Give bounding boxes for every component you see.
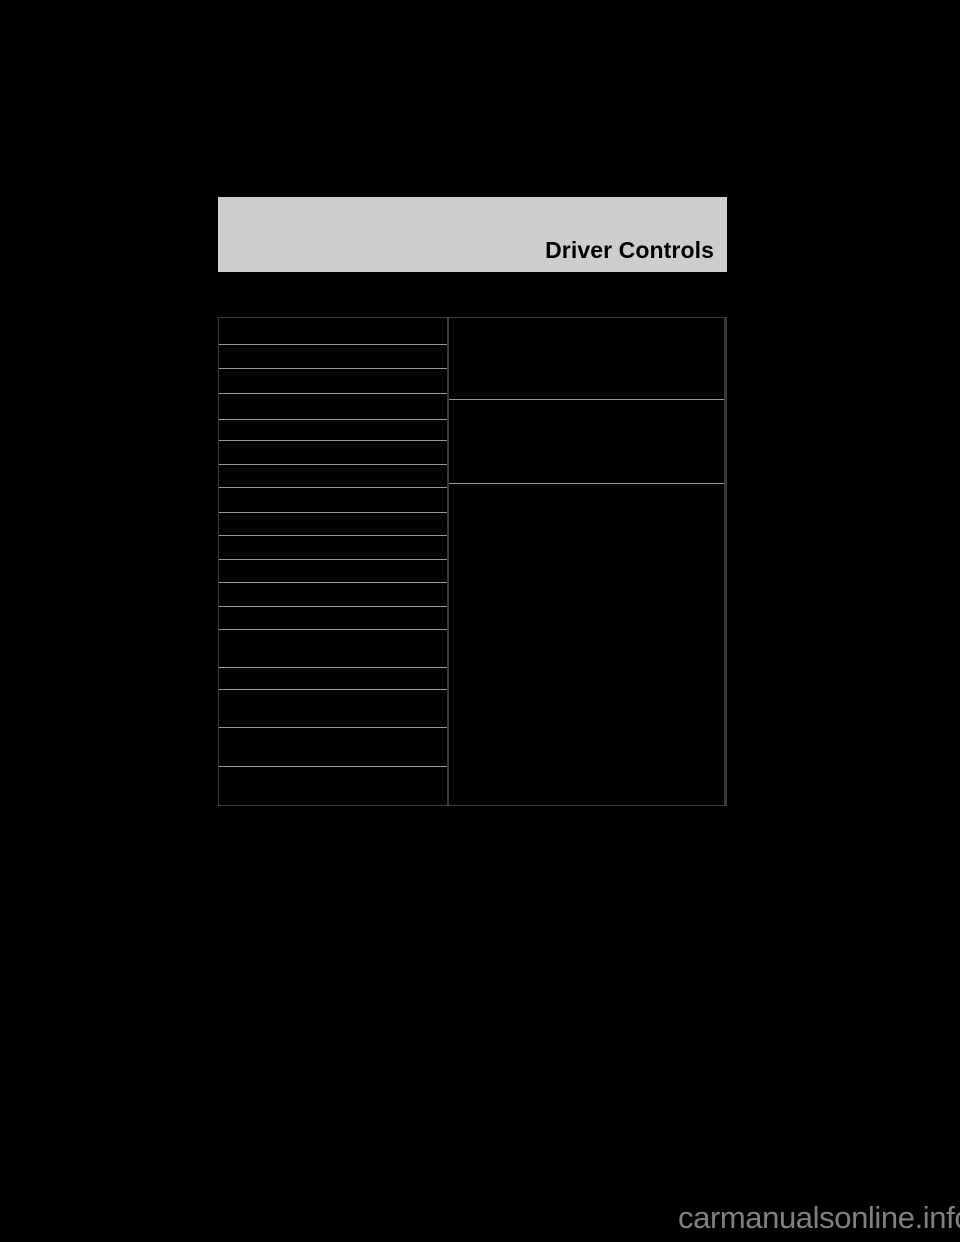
table-row[interactable] bbox=[219, 607, 447, 631]
table-row[interactable] bbox=[449, 318, 724, 400]
contents-table bbox=[218, 317, 727, 806]
table-row[interactable] bbox=[219, 512, 447, 536]
table-row[interactable] bbox=[219, 394, 447, 421]
table-row[interactable] bbox=[219, 487, 447, 513]
table-row[interactable] bbox=[219, 690, 447, 729]
table-row[interactable] bbox=[219, 630, 447, 669]
table-row[interactable] bbox=[219, 766, 447, 805]
table-row[interactable] bbox=[219, 728, 447, 767]
table-row[interactable] bbox=[449, 484, 724, 805]
page-title: Driver Controls bbox=[545, 237, 714, 263]
table-row[interactable] bbox=[219, 583, 447, 608]
table-row[interactable] bbox=[219, 535, 447, 560]
table-row[interactable] bbox=[219, 318, 447, 345]
page-canvas: Driver Controls carmanualsonline.info bbox=[0, 0, 960, 1242]
section-header-band: Driver Controls bbox=[218, 197, 727, 272]
contents-table-body bbox=[219, 318, 726, 805]
table-row[interactable] bbox=[219, 668, 447, 691]
table-row[interactable] bbox=[219, 368, 447, 395]
table-row[interactable] bbox=[219, 559, 447, 584]
table-row[interactable] bbox=[219, 441, 447, 466]
table-row[interactable] bbox=[219, 465, 447, 488]
contents-table-right-column bbox=[449, 318, 726, 805]
table-row[interactable] bbox=[219, 344, 447, 369]
contents-table-left-column bbox=[219, 318, 449, 805]
watermark: carmanualsonline.info bbox=[678, 1200, 960, 1235]
table-row[interactable] bbox=[219, 420, 447, 442]
table-row[interactable] bbox=[449, 400, 724, 484]
